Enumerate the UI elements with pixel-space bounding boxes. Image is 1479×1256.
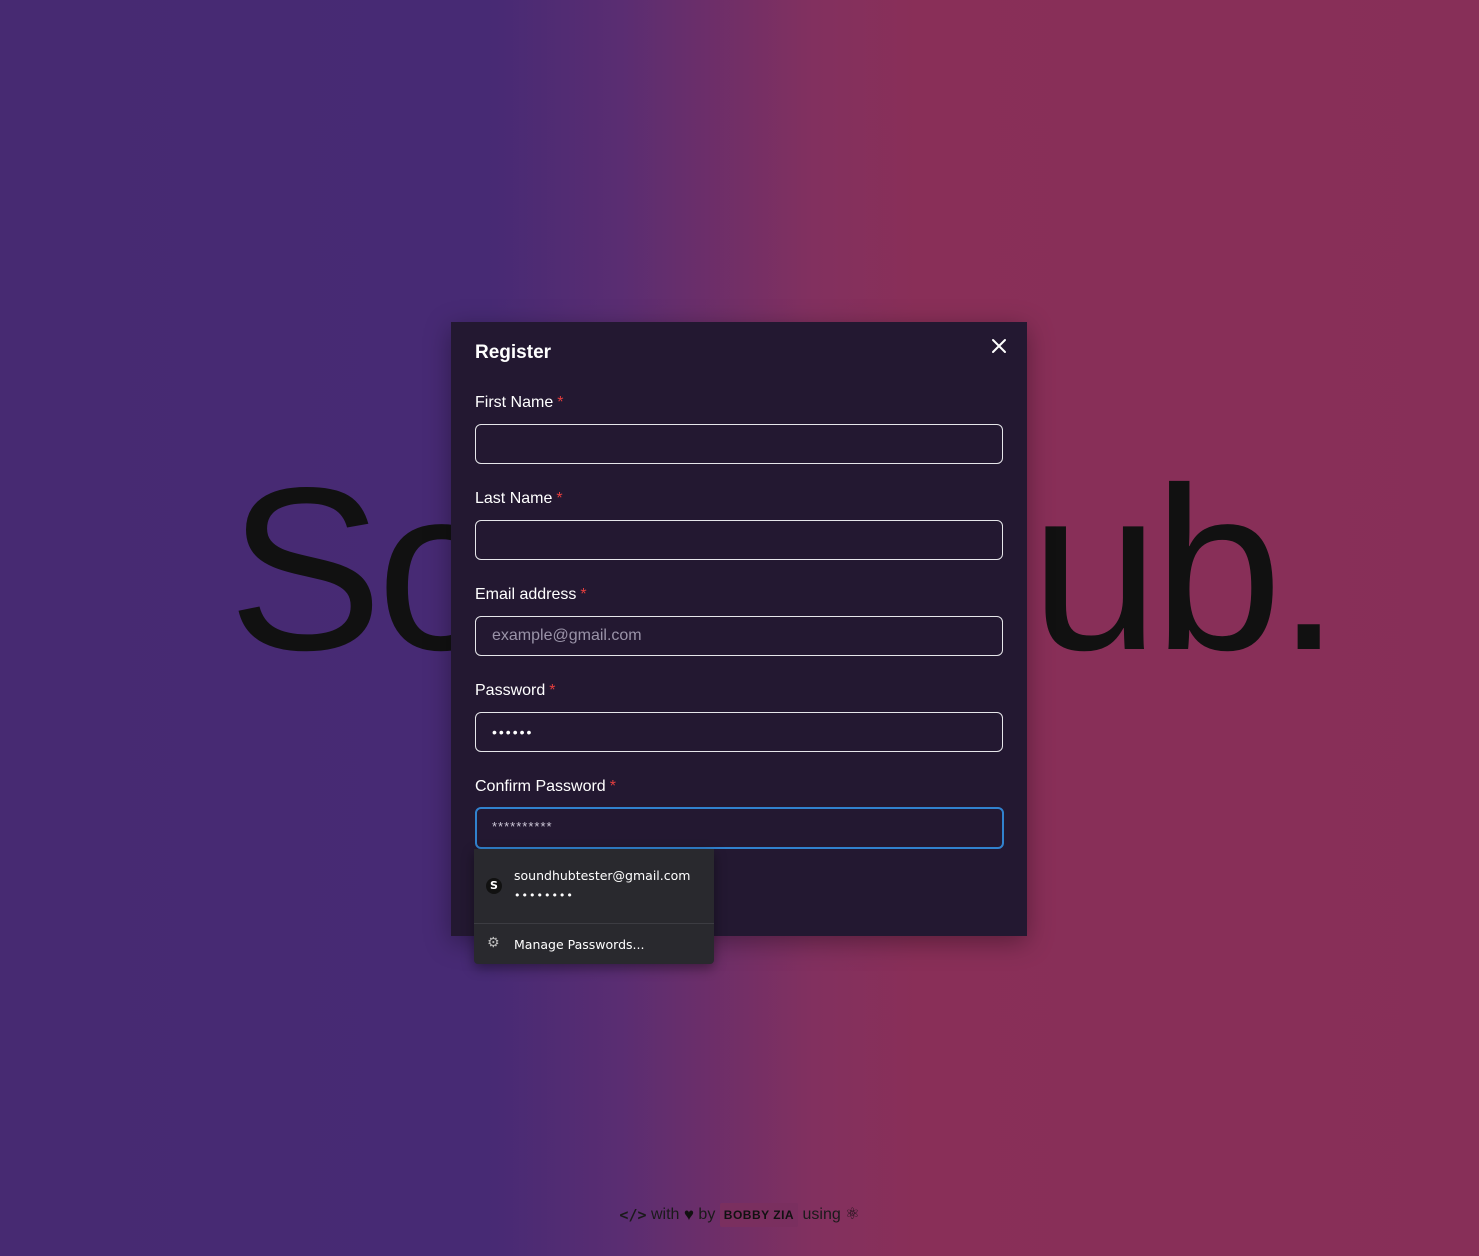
footer-credits: </> with ♥ by BOBBY ZIA using ⚛ (0, 1203, 1479, 1227)
footer-with: with (650, 1206, 680, 1223)
required-marker: * (580, 586, 587, 603)
confirm-password-label: Confirm Password * (475, 778, 616, 796)
first-name-input[interactable] (475, 424, 1003, 464)
heart-icon: ♥ (683, 1205, 694, 1224)
register-modal: Register First Name * Last Name * Email ad… (451, 322, 1027, 936)
site-favicon-icon: S (486, 878, 502, 894)
required-marker: * (549, 682, 556, 699)
close-icon (992, 339, 1006, 353)
email-label-text: Email address (475, 586, 577, 603)
required-marker: * (609, 778, 616, 795)
email-label: Email address * (475, 586, 587, 604)
confirm-password-label-text: Confirm Password (475, 778, 606, 795)
suggestion-email: soundhubtester@gmail.com (514, 868, 691, 883)
suggestion-password-mask: •••••••• (514, 889, 574, 902)
footer-using: using (802, 1206, 841, 1223)
password-label-text: Password (475, 682, 546, 699)
last-name-label-text: Last Name (475, 490, 553, 507)
email-input[interactable] (475, 616, 1003, 656)
react-icon: ⚛ (845, 1206, 860, 1223)
manage-passwords-item[interactable]: ⚙ Manage Passwords... (474, 924, 714, 964)
confirm-password-input[interactable]: ********** (475, 807, 1004, 849)
manage-passwords-label: Manage Passwords... (514, 937, 645, 952)
modal-title: Register (475, 342, 552, 363)
gear-icon: ⚙ (487, 935, 500, 951)
required-marker: * (556, 490, 563, 507)
saved-account-suggestion[interactable]: S soundhubtester@gmail.com •••••••• (474, 849, 714, 923)
code-icon: </> (619, 1206, 647, 1224)
password-label: Password * (475, 682, 555, 700)
first-name-label-text: First Name (475, 394, 554, 411)
first-name-label: First Name * (475, 394, 563, 412)
required-marker: * (557, 394, 564, 411)
footer-by: by (698, 1206, 716, 1223)
author-link[interactable]: BOBBY ZIA (719, 1203, 799, 1227)
last-name-input[interactable] (475, 520, 1003, 560)
password-input[interactable]: •••••• (475, 712, 1003, 752)
last-name-label: Last Name * (475, 490, 563, 508)
close-button[interactable] (989, 336, 1009, 356)
password-autofill-dropdown: S soundhubtester@gmail.com •••••••• ⚙ Ma… (474, 849, 714, 964)
